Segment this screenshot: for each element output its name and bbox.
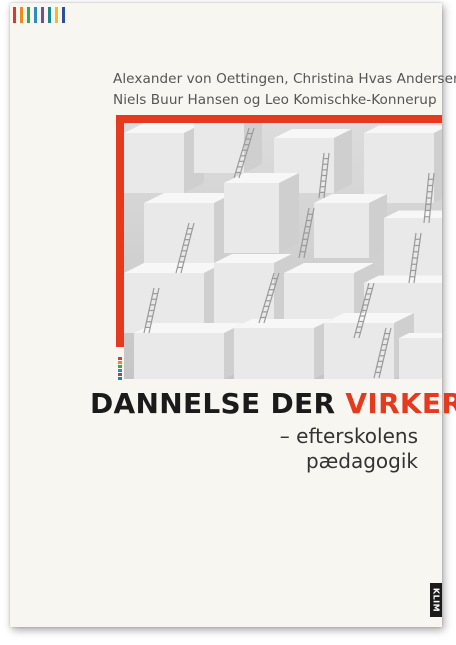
publisher-logo: KLIM — [430, 583, 442, 617]
block-face — [234, 328, 314, 379]
color-mark — [118, 361, 122, 364]
color-mark — [118, 365, 122, 368]
subtitle-line-1: – efterskolens — [279, 424, 418, 448]
block-face — [364, 133, 434, 203]
block-face — [144, 203, 214, 263]
color-stripe — [20, 7, 23, 23]
color-stripe — [41, 7, 44, 23]
cover-photo-blocks-and-ladders — [124, 123, 442, 379]
block-face — [279, 173, 299, 253]
authors-line-2: Niels Buur Hansen og Leo Komischke-Konne… — [113, 92, 437, 108]
block-face — [399, 338, 442, 379]
block-face — [314, 203, 369, 258]
mini-color-marks — [118, 357, 122, 381]
accent-bar-top — [116, 115, 442, 123]
block-face — [334, 129, 352, 193]
block-face — [224, 183, 279, 253]
color-mark — [118, 373, 122, 376]
title-part-2: VIRKER — [345, 387, 456, 420]
publisher-logo-text: KLIM — [431, 587, 441, 613]
color-stripe — [48, 7, 51, 23]
color-stripe — [27, 7, 30, 23]
color-mark — [118, 369, 122, 372]
block-face — [324, 323, 394, 379]
block-face — [434, 129, 442, 203]
color-mark — [118, 357, 122, 360]
color-stripe — [62, 7, 65, 23]
authors-line-1: Alexander von Oettingen, Christina Hvas … — [113, 71, 456, 87]
title-part-1: DANNELSE DER — [90, 387, 346, 420]
book-subtitle: – efterskolens pædagogik — [280, 424, 418, 474]
book-cover: Alexander von Oettingen, Christina Hvas … — [10, 3, 456, 627]
color-stripe — [34, 7, 37, 23]
authors: Alexander von Oettingen, Christina Hvas … — [113, 69, 456, 111]
block-face — [124, 133, 184, 193]
book-title: DANNELSE DER VIRKER — [90, 387, 456, 421]
block-face — [134, 333, 224, 379]
color-mark — [118, 377, 122, 380]
block-face — [384, 218, 442, 278]
color-stripe — [55, 7, 58, 23]
color-stripe — [13, 7, 16, 23]
accent-bar-left — [116, 115, 124, 347]
block-face — [194, 123, 244, 173]
subtitle-line-2: pædagogik — [305, 449, 418, 473]
